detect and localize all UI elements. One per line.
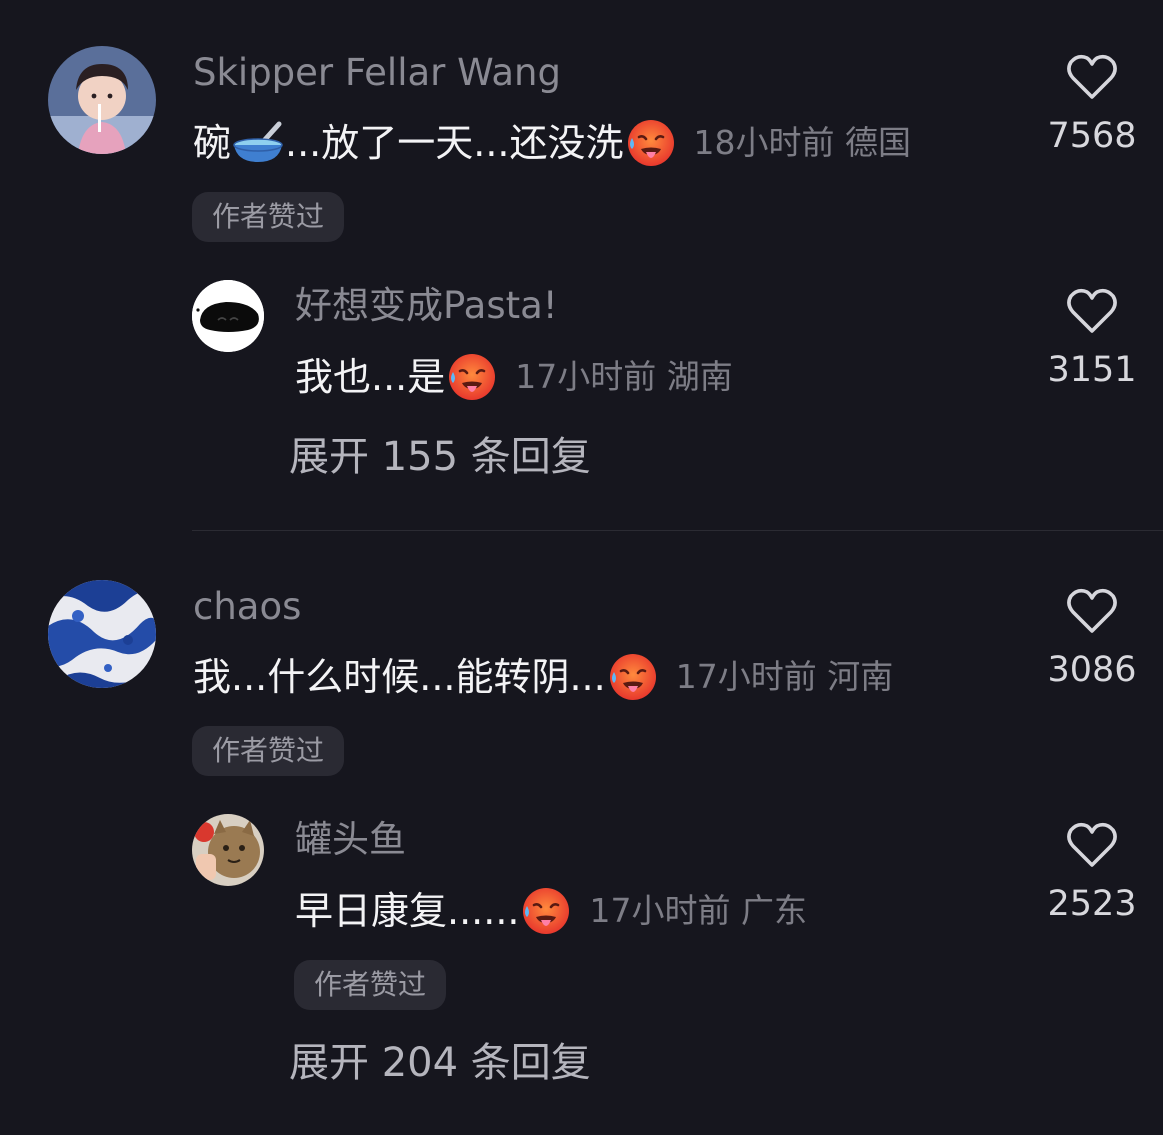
comment-username[interactable]: chaos [193,585,301,629]
comment-text-part: 碗 [193,121,232,165]
avatar[interactable] [192,814,264,886]
divider [192,530,1163,531]
hot-face-emoji [606,652,660,702]
author-liked-badge: 作者赞过 [294,960,447,1010]
hot-face-emoji [519,886,573,936]
reply-text-part: 我也...是 [295,355,446,399]
author-liked-badge: 作者赞过 [192,192,345,242]
reply-meta: 17小时前 广东 [589,891,807,930]
heart-icon[interactable] [1065,286,1119,336]
avatar[interactable] [48,580,156,688]
reply-meta: 17小时前 湖南 [515,357,733,396]
reply-username[interactable]: 好想变成Pasta! [295,284,558,328]
like-button[interactable]: 7568 [1032,52,1152,158]
expand-replies-button[interactable]: 展开 155 条回复 [289,432,591,482]
like-button[interactable]: 2523 [1032,820,1152,926]
avatar[interactable] [48,46,156,154]
heart-icon[interactable] [1065,586,1119,636]
hot-face-emoji [624,118,678,168]
reply-text-part: 早日康复...... [295,889,520,933]
like-button[interactable]: 3086 [1032,586,1152,692]
like-button[interactable]: 3151 [1032,286,1152,392]
comment-text: 碗 ...放了一天...还没洗 18小时前 德国 [193,118,911,168]
like-count: 3086 [1047,650,1137,690]
hot-face-emoji [445,352,499,402]
heart-icon[interactable] [1065,52,1119,102]
comment-username[interactable]: Skipper Fellar Wang [193,51,561,95]
reply-text: 早日康复...... 17小时前 广东 [295,886,807,936]
like-count: 2523 [1047,884,1137,924]
comment-text-part: 我...什么时候...能转阴... [193,655,606,699]
reply-username[interactable]: 罐头鱼 [295,818,406,862]
comment-meta: 17小时前 河南 [675,657,894,696]
comment-text-part: ...放了一天...还没洗 [285,121,624,165]
reply-text: 我也...是 17小时前 湖南 [295,352,733,402]
expand-replies-button[interactable]: 展开 204 条回复 [289,1038,591,1088]
comment-text: 我...什么时候...能转阴... 17小时前 河南 [193,652,893,702]
like-count: 3151 [1047,350,1137,390]
avatar[interactable] [192,280,264,352]
comment-meta: 18小时前 德国 [693,123,911,162]
bowl-with-spoon-emoji [231,118,285,168]
like-count: 7568 [1047,116,1137,156]
author-liked-badge: 作者赞过 [192,726,345,776]
heart-icon[interactable] [1065,820,1119,870]
